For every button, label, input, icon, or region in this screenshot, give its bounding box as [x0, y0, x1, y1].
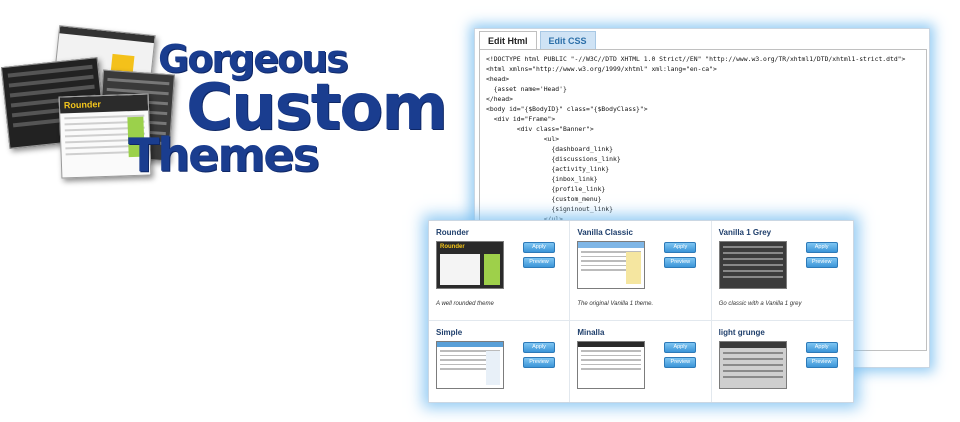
preview-button[interactable]: Preview: [523, 257, 555, 268]
tab-edit-css[interactable]: Edit CSS: [539, 31, 596, 50]
editor-tabs: Edit Html Edit CSS: [479, 31, 599, 50]
theme-thumbnail: Rounder: [436, 241, 504, 289]
apply-button[interactable]: Apply: [523, 342, 555, 353]
apply-button[interactable]: Apply: [664, 342, 697, 353]
tab-edit-html[interactable]: Edit Html: [479, 31, 537, 50]
theme-card-simple: Simple Apply Preview: [429, 321, 571, 402]
theme-card-light-grunge: light grunge Apply Preview: [712, 321, 853, 402]
preview-button[interactable]: Preview: [664, 357, 697, 368]
preview-button[interactable]: Preview: [805, 357, 838, 368]
thumbnail-title: Rounder: [440, 244, 465, 250]
theme-grid: Rounder Rounder Apply Preview A well rou…: [428, 220, 854, 403]
apply-button[interactable]: Apply: [805, 342, 838, 353]
theme-name: Minalla: [577, 328, 605, 337]
theme-name: light grunge: [718, 328, 765, 337]
apply-button[interactable]: Apply: [805, 242, 838, 253]
headline: Gorgeous Custom Themes: [128, 40, 448, 178]
theme-thumbnail: [718, 241, 787, 289]
preview-button[interactable]: Preview: [805, 257, 838, 268]
theme-description: Go classic with a Vanilla 1 grey: [718, 301, 802, 307]
theme-card-rounder: Rounder Rounder Apply Preview A well rou…: [429, 221, 571, 321]
theme-thumbnail: [436, 341, 504, 389]
theme-card-vanilla-classic: Vanilla Classic Apply Preview The origin…: [570, 221, 712, 321]
theme-description: The original Vanilla 1 theme.: [577, 301, 654, 307]
preview-button[interactable]: Preview: [664, 257, 697, 268]
theme-card-vanilla-1-grey: Vanilla 1 Grey Apply Preview Go classic …: [711, 221, 853, 321]
theme-thumbnail: [577, 241, 646, 289]
theme-card-minalla: Minalla Apply Preview: [570, 321, 712, 402]
theme-thumbnail: [577, 341, 646, 389]
apply-button[interactable]: Apply: [523, 242, 555, 253]
theme-description: A well rounded theme: [436, 301, 494, 307]
theme-name: Vanilla Classic: [577, 228, 633, 237]
apply-button[interactable]: Apply: [664, 242, 697, 253]
preview-button[interactable]: Preview: [523, 357, 555, 368]
theme-name: Vanilla 1 Grey: [718, 228, 772, 237]
theme-thumbnail: [718, 341, 787, 389]
theme-name: Rounder: [436, 228, 469, 237]
theme-name: Simple: [436, 328, 463, 337]
